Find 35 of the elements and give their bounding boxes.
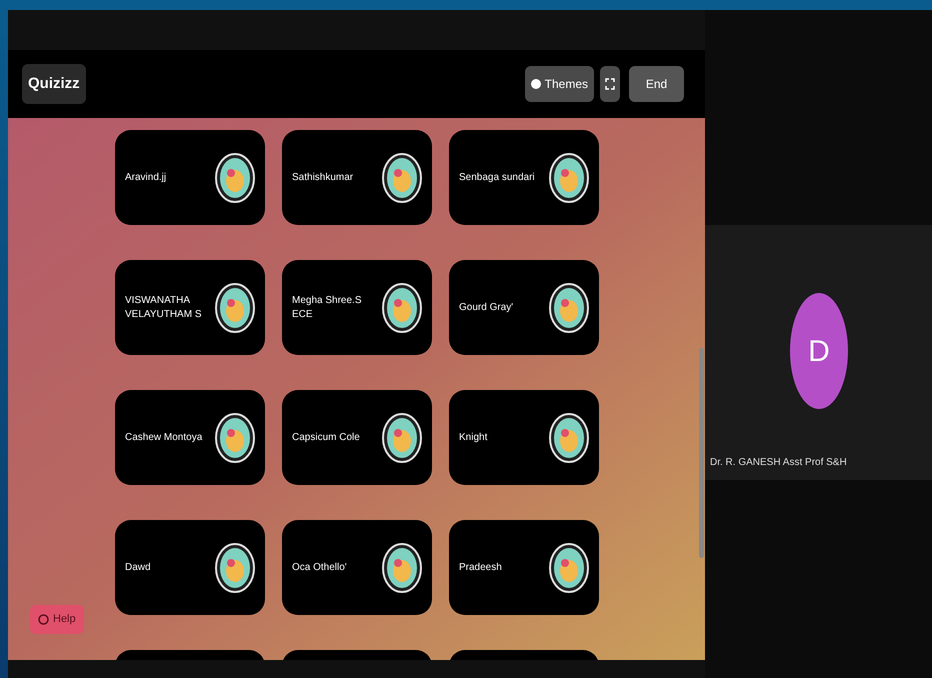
avatar-icon — [382, 542, 422, 592]
player-name: Dawd — [125, 560, 152, 574]
player-name: Aravind.jj — [125, 170, 168, 184]
help-icon — [38, 614, 49, 625]
player-name: VISWANATHA VELAYUTHAM S — [125, 294, 202, 322]
player-name: Gourd Gray' — [459, 300, 514, 314]
fullscreen-button[interactable] — [600, 66, 620, 102]
help-button[interactable]: Help — [30, 605, 84, 634]
avatar-icon — [215, 542, 255, 592]
avatar-icon — [549, 542, 589, 592]
avatar: D — [790, 293, 848, 409]
palette-icon — [530, 79, 541, 89]
avatar-icon — [382, 282, 422, 332]
participant-name: Dr. R. GANESH Asst Prof S&H — [710, 456, 847, 470]
fullscreen-icon — [605, 78, 615, 90]
scrollbar[interactable] — [699, 348, 704, 558]
player-name: Cashew Montoya — [125, 430, 204, 444]
avatar-icon — [549, 152, 589, 202]
avatar-icon — [215, 152, 255, 202]
avatar-icon — [382, 412, 422, 462]
player-name: Sathishkumar — [292, 170, 354, 184]
player-name: Oca Othello' — [292, 560, 348, 574]
quizizz-logo: Quizizz — [22, 64, 86, 104]
player-name: Knight — [459, 430, 488, 444]
player-name: Pradeesh — [459, 560, 503, 574]
avatar-icon — [215, 282, 255, 332]
player-name: Senbaga sundari — [459, 170, 536, 184]
player-name: Megha Shree.S ECE — [292, 294, 362, 322]
avatar-icon — [215, 412, 255, 462]
themes-button[interactable]: Themes — [524, 66, 594, 102]
avatar-icon — [549, 412, 589, 462]
avatar-icon — [382, 152, 422, 202]
player-name: Capsicum Cole — [292, 430, 361, 444]
end-button[interactable]: End — [629, 66, 684, 102]
avatar-icon — [549, 282, 589, 332]
